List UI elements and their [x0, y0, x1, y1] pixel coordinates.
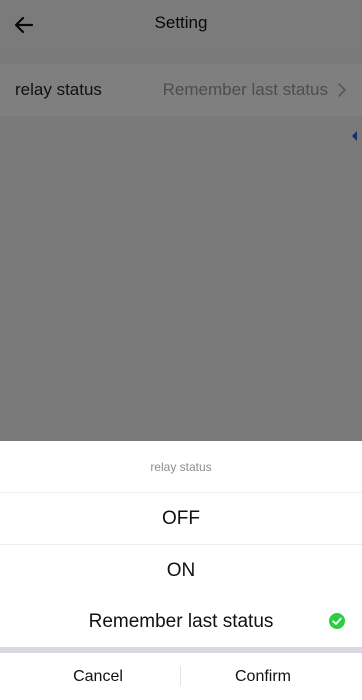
check-circle-icon	[329, 613, 345, 629]
app-screen: Setting relay status Remember last statu…	[0, 0, 362, 700]
option-remember-last-status[interactable]: Remember last status	[0, 596, 362, 647]
confirm-button[interactable]: Confirm	[173, 653, 353, 700]
option-on[interactable]: ON	[0, 545, 362, 596]
relay-status-sheet: relay status OFF ON Remember last status…	[0, 441, 362, 700]
option-label: ON	[166, 559, 196, 581]
sheet-title: relay status	[0, 441, 362, 493]
cancel-button[interactable]: Cancel	[8, 653, 188, 700]
sheet-actions: Cancel Confirm	[0, 653, 362, 700]
option-label: Remember last status	[88, 610, 274, 632]
option-off[interactable]: OFF	[0, 494, 362, 545]
option-label: OFF	[162, 508, 200, 529]
